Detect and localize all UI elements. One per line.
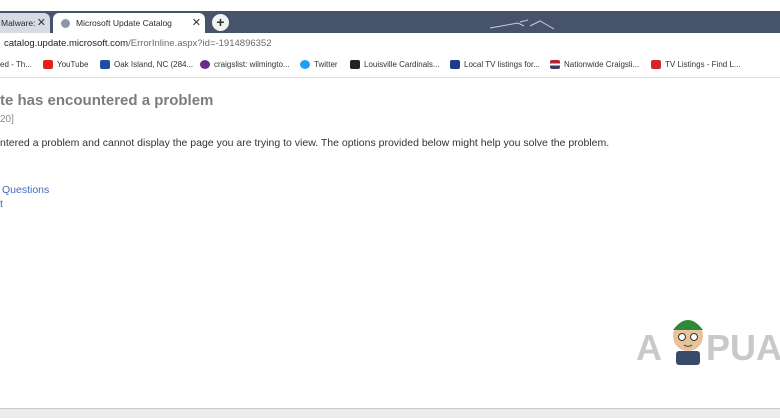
address-bar[interactable]: catalog.update.microsoft.com/ErrorInline… [0, 33, 780, 57]
close-tab-icon[interactable]: ✕ [192, 16, 201, 29]
bookmark-item[interactable]: ed - Th... [0, 60, 32, 69]
error-description: ntered a problem and cannot display the … [0, 137, 610, 149]
peace-icon [200, 60, 210, 69]
bookmark-label: ed - Th... [0, 60, 32, 69]
page-title: te has encountered a problem [0, 92, 214, 109]
weather-icon [100, 60, 110, 69]
tv-guide-icon [450, 60, 460, 69]
bookmark-nationwide-craigslist[interactable]: Nationwide Craigsli... [550, 60, 639, 69]
bookmark-label: craigslist: wilmingto... [214, 60, 290, 69]
error-code: 20] [0, 114, 14, 125]
tab-label: Microsoft Update Catalog [76, 18, 172, 28]
bookmark-label: Nationwide Craigsli... [564, 60, 640, 69]
support-link[interactable]: t [0, 198, 3, 210]
bookmark-label: Louisville Cardinals... [364, 60, 440, 69]
url-host: catalog.update.microsoft.com [4, 38, 129, 49]
bookmark-twitter[interactable]: Twitter [300, 60, 338, 69]
cardinals-icon [350, 60, 360, 69]
window-top-strip [0, 0, 780, 11]
tab-bar: Malware: ✕ Microsoft Update Catalog ✕ + [0, 11, 780, 33]
faq-link[interactable]: Questions [2, 184, 49, 196]
url-text[interactable]: catalog.update.microsoft.com/ErrorInline… [4, 38, 271, 49]
logo-text-left: A [636, 327, 662, 368]
browser-window: Malware: ✕ Microsoft Update Catalog ✕ + … [0, 0, 780, 410]
tab-label: Malware: [1, 18, 36, 28]
new-tab-button[interactable]: + [212, 14, 229, 31]
tv-icon [651, 60, 661, 69]
twitter-icon [300, 60, 310, 69]
bookmark-local-tv[interactable]: Local TV listings for... [450, 60, 540, 69]
close-tab-icon[interactable]: ✕ [37, 16, 46, 29]
url-path: /ErrorInline.aspx?id=-1914896352 [128, 38, 272, 49]
bookmark-louisville[interactable]: Louisville Cardinals... [350, 60, 440, 69]
bookmark-tv-listings[interactable]: TV Listings - Find L... [651, 60, 741, 69]
bookmark-craigslist[interactable]: craigslist: wilmingto... [200, 60, 290, 69]
youtube-icon [43, 60, 53, 69]
bookmarks-bar: ed - Th... YouTube Oak Island, NC (284..… [0, 56, 780, 78]
flag-icon [550, 60, 560, 69]
mascot-hat [673, 320, 703, 330]
mascot-body [676, 351, 700, 365]
bookmark-youtube[interactable]: YouTube [43, 60, 88, 69]
bookmark-label: YouTube [57, 60, 89, 69]
tab-microsoft-update-catalog[interactable]: Microsoft Update Catalog ✕ [53, 13, 205, 33]
bookmark-label: Oak Island, NC (284... [114, 60, 194, 69]
logo-text-right: PUA [706, 327, 780, 368]
bookmark-oak-island[interactable]: Oak Island, NC (284... [100, 60, 193, 69]
bookmark-label: Twitter [314, 60, 338, 69]
bookmark-label: Local TV listings for... [464, 60, 540, 69]
tab-malware[interactable]: Malware: ✕ [0, 13, 50, 33]
globe-icon [61, 18, 70, 28]
decorative-drawing [489, 19, 555, 30]
bookmark-label: TV Listings - Find L... [665, 60, 741, 69]
appuals-logo: A PUA [636, 320, 780, 368]
